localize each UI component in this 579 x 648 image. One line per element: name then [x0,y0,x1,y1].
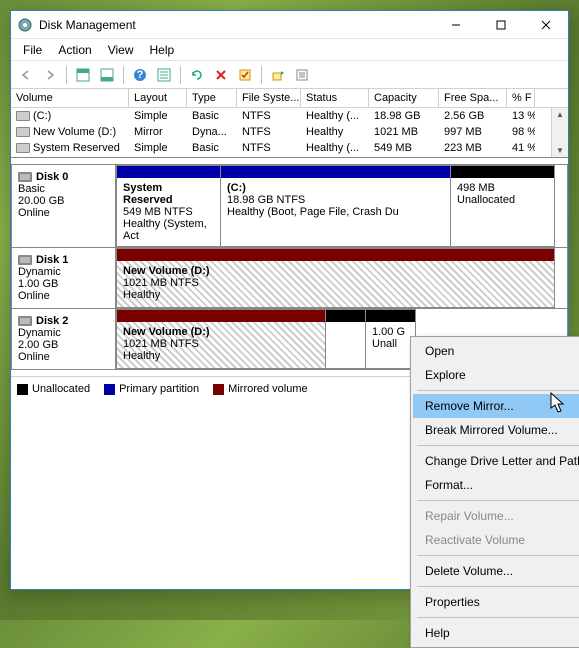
col-status[interactable]: Status [301,89,369,107]
menu-help[interactable]: Help [142,40,183,60]
legend-unallocated: Unallocated [32,383,90,395]
context-menu-item[interactable]: Break Mirrored Volume... [413,418,579,442]
refresh-icon[interactable] [186,64,208,86]
disk-label[interactable]: Disk 1 Dynamic1.00 GBOnline [12,248,116,308]
col-filesystem[interactable]: File Syste... [237,89,301,107]
partition[interactable]: New Volume (D:)1021 MB NTFSHealthy [116,248,555,308]
forward-button [39,64,61,86]
context-menu-item[interactable]: Properties [413,590,579,614]
partition[interactable]: 498 MBUnallocated [451,165,555,247]
menu-view[interactable]: View [100,40,142,60]
context-menu-item: Reactivate Volume [413,528,579,552]
menu-file[interactable]: File [15,40,50,60]
partition[interactable]: System Reserved549 MB NTFSHealthy (Syste… [116,165,221,247]
window-title: Disk Management [39,18,433,32]
minimize-button[interactable] [433,11,478,39]
app-icon [17,17,33,33]
disk-icon [18,255,32,265]
menu-action[interactable]: Action [50,40,99,60]
properties-icon[interactable] [291,64,313,86]
disk-label[interactable]: Disk 0 Basic20.00 GBOnline [12,165,116,247]
context-menu: OpenExplore Remove Mirror...Break Mirrore… [410,336,579,648]
view-top-icon[interactable] [72,64,94,86]
view-bottom-icon[interactable] [96,64,118,86]
partition[interactable]: (C:)18.98 GB NTFSHealthy (Boot, Page Fil… [221,165,451,247]
maximize-button[interactable] [478,11,523,39]
context-menu-item[interactable]: Delete Volume... [413,559,579,583]
check-icon[interactable] [234,64,256,86]
context-menu-item[interactable]: Open [413,339,579,363]
svg-text:?: ? [137,69,144,81]
volume-row[interactable]: New Volume (D:) MirrorDyna... NTFSHealth… [11,124,568,140]
context-menu-item[interactable]: Format... [413,473,579,497]
disk-row: Disk 0 Basic20.00 GBOnlineSystem Reserve… [11,164,568,248]
col-capacity[interactable]: Capacity [369,89,439,107]
col-type[interactable]: Type [187,89,237,107]
back-button [15,64,37,86]
context-menu-item[interactable]: Remove Mirror... [413,394,579,418]
up-arrow-icon[interactable] [267,64,289,86]
context-menu-item: Repair Volume... [413,504,579,528]
volume-row[interactable]: System Reserved SimpleBasic NTFSHealthy … [11,140,568,156]
partition[interactable] [326,309,366,369]
col-percent-free[interactable]: % F [507,89,535,107]
context-menu-item[interactable]: Help [413,621,579,645]
volume-list[interactable]: (C:) SimpleBasic NTFSHealthy (... 18.98 … [11,108,568,158]
legend-primary: Primary partition [119,383,199,395]
context-menu-item[interactable]: Change Drive Letter and Paths... [413,449,579,473]
disk-row: Disk 1 Dynamic1.00 GBOnlineNew Volume (D… [11,248,568,309]
col-volume[interactable]: Volume [11,89,129,107]
partition[interactable]: New Volume (D:)1021 MB NTFSHealthy [116,309,326,369]
help-icon[interactable]: ? [129,64,151,86]
legend-mirror: Mirrored volume [228,383,307,395]
col-free-space[interactable]: Free Spa... [439,89,507,107]
disk-icon [18,172,32,182]
disk-icon [18,316,32,326]
close-button[interactable] [523,11,568,39]
partition[interactable]: 1.00 GUnall [366,309,416,369]
volume-row[interactable]: (C:) SimpleBasic NTFSHealthy (... 18.98 … [11,108,568,124]
titlebar[interactable]: Disk Management [11,11,568,39]
volume-scrollbar[interactable]: ▲▼ [551,108,568,157]
context-menu-item[interactable]: Explore [413,363,579,387]
toolbar: ? [11,61,568,89]
volume-list-header: Volume Layout Type File Syste... Status … [11,89,568,108]
menubar: File Action View Help [11,39,568,61]
disk-label[interactable]: Disk 2 Dynamic2.00 GBOnline [12,309,116,369]
settings-list-icon[interactable] [153,64,175,86]
col-layout[interactable]: Layout [129,89,187,107]
delete-icon[interactable] [210,64,232,86]
